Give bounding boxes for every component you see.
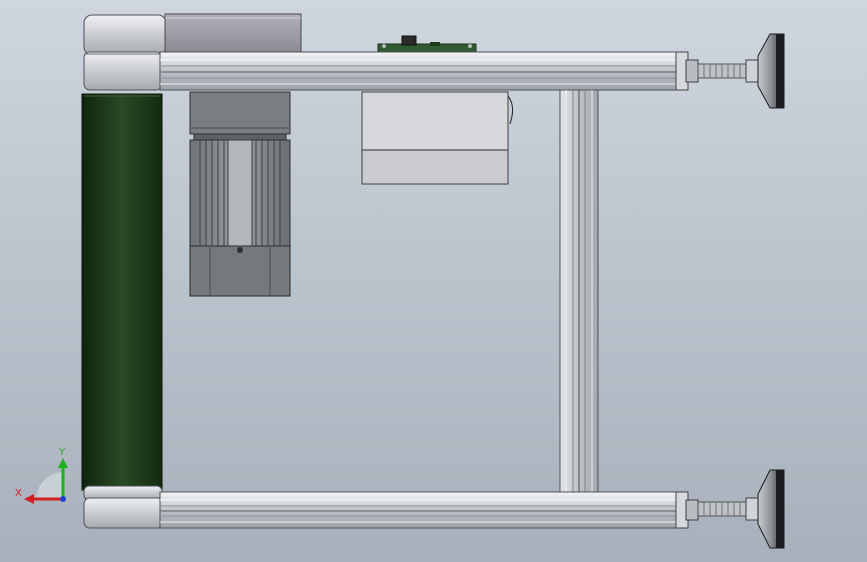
cad-viewport[interactable]: Y X <box>0 0 867 562</box>
bottom-aluminum-rail[interactable] <box>159 491 699 529</box>
triad-label-y: Y <box>58 447 66 458</box>
gear-motor[interactable] <box>189 91 291 297</box>
motor-bracket-plate[interactable] <box>164 13 302 55</box>
top-aluminum-rail[interactable] <box>159 51 699 91</box>
triad-x-arrowhead <box>24 494 34 504</box>
control-box[interactable] <box>361 91 514 185</box>
triad-z-axis <box>60 496 66 502</box>
head-pulley-bottom[interactable] <box>83 485 165 529</box>
triad-y-arrowhead <box>58 458 68 468</box>
vertical-support-profile[interactable] <box>559 89 599 493</box>
leveling-foot-bottom[interactable] <box>697 469 785 549</box>
conveyor-belt[interactable] <box>81 93 163 491</box>
axis-triad: Y X <box>15 447 68 504</box>
head-pulley-top[interactable] <box>83 14 167 91</box>
pcb-board[interactable] <box>377 35 477 53</box>
leveling-foot-top[interactable] <box>697 33 785 109</box>
triad-label-x: X <box>15 488 22 499</box>
